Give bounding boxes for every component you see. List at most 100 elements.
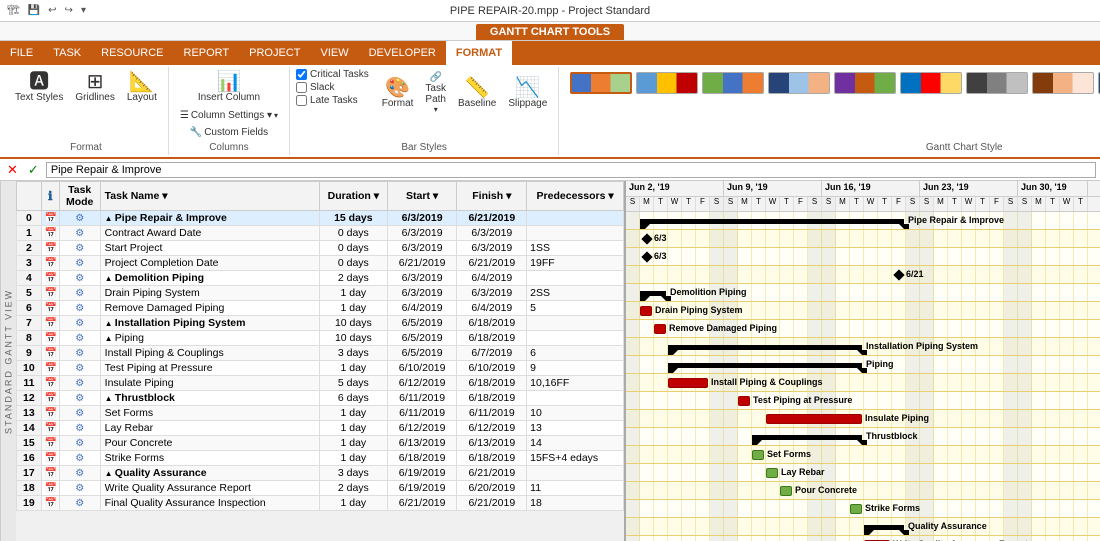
table-row[interactable]: 3📅⚙Project Completion Date0 days6/21/201… [17, 256, 624, 271]
task-name-cell[interactable]: ▲ Piping [100, 331, 319, 346]
task-name-cell[interactable]: Write Quality Assurance Report [100, 481, 319, 496]
format-button[interactable]: 🎨 Format [377, 75, 419, 112]
task-name-cell[interactable]: ▲ Demolition Piping [100, 271, 319, 286]
table-row[interactable]: 17📅⚙▲ Quality Assurance3 days6/19/20196/… [17, 466, 624, 481]
task-name-cell[interactable]: Lay Rebar [100, 421, 319, 436]
redo-icon[interactable]: ↪ [62, 4, 76, 17]
gantt-tools-tab[interactable]: GANTT CHART TOOLS [476, 24, 624, 40]
table-row[interactable]: 11📅⚙Insulate Piping5 days6/12/20196/18/2… [17, 376, 624, 391]
task-start: 6/3/2019 [387, 211, 457, 226]
gantt-chart-area: Jun 2, '19Jun 9, '19Jun 16, '19Jun 23, '… [626, 181, 1100, 541]
menu-item-format[interactable]: FORMAT [446, 41, 512, 65]
row-number: 2 [17, 241, 42, 256]
table-row[interactable]: 7📅⚙▲ Installation Piping System10 days6/… [17, 316, 624, 331]
menu-item-view[interactable]: VIEW [310, 41, 358, 65]
table-row[interactable]: 12📅⚙▲ Thrustblock6 days6/11/20196/18/201… [17, 391, 624, 406]
table-row[interactable]: 1📅⚙Contract Award Date0 days6/3/20196/3/… [17, 226, 624, 241]
menu-item-report[interactable]: REPORT [174, 41, 240, 65]
layout-button[interactable]: 📐 Layout [122, 69, 162, 106]
menu-item-task[interactable]: TASK [43, 41, 91, 65]
menu-item-resource[interactable]: RESOURCE [91, 41, 173, 65]
task-info-icon: 📅 [41, 481, 59, 496]
task-name-cell[interactable]: Project Completion Date [100, 256, 319, 271]
task-name-cell[interactable]: Pour Concrete [100, 436, 319, 451]
table-row[interactable]: 4📅⚙▲ Demolition Piping2 days6/3/20196/4/… [17, 271, 624, 286]
gantt-day-header: T [1074, 197, 1088, 211]
task-name-cell[interactable]: ▲ Pipe Repair & Improve [100, 211, 319, 226]
table-row[interactable]: 19📅⚙Final Quality Assurance Inspection1 … [17, 496, 624, 511]
save-icon[interactable]: 💾 [25, 4, 43, 17]
table-row[interactable]: 14📅⚙Lay Rebar1 day6/12/20196/12/201913 [17, 421, 624, 436]
gantt-row: Strike Forms [626, 500, 1100, 518]
table-row[interactable]: 6📅⚙Remove Damaged Piping1 day6/4/20196/4… [17, 301, 624, 316]
start-header[interactable]: Start ▾ [387, 182, 457, 211]
formula-input[interactable] [46, 162, 1096, 178]
gantt-row: 6/3 [626, 230, 1100, 248]
table-row[interactable]: 8📅⚙▲ Piping10 days6/5/20196/18/2019 [17, 331, 624, 346]
gantt-task-bar [766, 468, 778, 478]
task-mode-cell: ⚙ [59, 271, 100, 286]
table-row[interactable]: 13📅⚙Set Forms1 day6/11/20196/11/201910 [17, 406, 624, 421]
table-row[interactable]: 5📅⚙Drain Piping System1 day6/3/20196/3/2… [17, 286, 624, 301]
gantt-summary-cap-left [668, 350, 678, 355]
task-name-cell[interactable]: Strike Forms [100, 451, 319, 466]
task-name-cell[interactable]: ▲ Quality Assurance [100, 466, 319, 481]
task-name-cell[interactable]: ▲ Installation Piping System [100, 316, 319, 331]
gantt-day-header: S [906, 197, 920, 211]
custom-fields-button[interactable]: 🔧 Custom Fields [185, 125, 273, 140]
gantt-style-swatch-6[interactable] [966, 72, 1028, 94]
more-icon[interactable]: ▾ [78, 4, 89, 17]
task-finish: 6/3/2019 [457, 286, 527, 301]
gantt-style-swatch-4[interactable] [834, 72, 896, 94]
insert-column-button[interactable]: 📊 Insert Column [193, 69, 265, 106]
quick-access-toolbar[interactable]: 🏗 💾 ↩ ↪ ▾ [4, 4, 89, 17]
gantt-style-swatch-7[interactable] [1032, 72, 1094, 94]
task-name-cell[interactable]: Test Piping at Pressure [100, 361, 319, 376]
task-name-cell[interactable]: Start Project [100, 241, 319, 256]
finish-header[interactable]: Finish ▾ [457, 182, 527, 211]
menu-item-project[interactable]: PROJECT [239, 41, 310, 65]
gantt-style-swatch-0[interactable] [570, 72, 632, 94]
baseline-button[interactable]: 📏 Baseline [453, 75, 501, 112]
task-name-cell[interactable]: Contract Award Date [100, 226, 319, 241]
gantt-style-swatch-2[interactable] [702, 72, 764, 94]
menu-item-file[interactable]: FILE [0, 41, 43, 65]
menu-item-developer[interactable]: DEVELOPER [359, 41, 446, 65]
gantt-style-swatch-5[interactable] [900, 72, 962, 94]
critical-tasks-checkbox[interactable]: Critical Tasks [296, 69, 369, 80]
gantt-row: Pour Concrete [626, 482, 1100, 500]
table-row[interactable]: 0📅⚙▲ Pipe Repair & Improve15 days6/3/201… [17, 211, 624, 226]
task-mode-cell: ⚙ [59, 451, 100, 466]
table-row[interactable]: 15📅⚙Pour Concrete1 day6/13/20196/13/2019… [17, 436, 624, 451]
gantt-style-swatch-3[interactable] [768, 72, 830, 94]
task-name-cell[interactable]: Insulate Piping [100, 376, 319, 391]
slack-checkbox[interactable]: Slack [296, 82, 369, 93]
column-settings-button[interactable]: ☰ Column Settings ▾ ▾ [175, 108, 283, 123]
task-name-cell[interactable]: Set Forms [100, 406, 319, 421]
task-finish: 6/18/2019 [457, 316, 527, 331]
table-row[interactable]: 10📅⚙Test Piping at Pressure1 day6/10/201… [17, 361, 624, 376]
task-duration: 1 day [319, 436, 387, 451]
text-styles-button[interactable]: 🅰 Text Styles [10, 69, 68, 106]
task-name-cell[interactable]: Remove Damaged Piping [100, 301, 319, 316]
slippage-button[interactable]: 📉 Slippage [503, 75, 552, 112]
duration-header[interactable]: Duration ▾ [319, 182, 387, 211]
task-name-cell[interactable]: Drain Piping System [100, 286, 319, 301]
task-name-cell[interactable]: ▲ Thrustblock [100, 391, 319, 406]
gridlines-button[interactable]: ⊞ Gridlines [70, 69, 119, 106]
confirm-button[interactable]: ✓ [25, 162, 42, 178]
task-name-cell[interactable]: Final Quality Assurance Inspection [100, 496, 319, 511]
task-name-cell[interactable]: Install Piping & Couplings [100, 346, 319, 361]
undo-icon[interactable]: ↩ [45, 4, 59, 17]
gantt-style-swatch-1[interactable] [636, 72, 698, 94]
task-name-header[interactable]: Task Name ▾ [100, 182, 319, 211]
table-row[interactable]: 16📅⚙Strike Forms1 day6/18/20196/18/20191… [17, 451, 624, 466]
table-row[interactable]: 9📅⚙Install Piping & Couplings3 days6/5/2… [17, 346, 624, 361]
task-path-button[interactable]: 🔗 TaskPath ▾ [420, 69, 451, 117]
predecessors-header[interactable]: Predecessors ▾ [527, 182, 624, 211]
cancel-button[interactable]: ✕ [4, 162, 21, 178]
table-row[interactable]: 18📅⚙Write Quality Assurance Report2 days… [17, 481, 624, 496]
task-mode-header[interactable]: TaskMode [59, 182, 100, 211]
table-row[interactable]: 2📅⚙Start Project0 days6/3/20196/3/20191S… [17, 241, 624, 256]
late-tasks-checkbox[interactable]: Late Tasks [296, 95, 369, 106]
